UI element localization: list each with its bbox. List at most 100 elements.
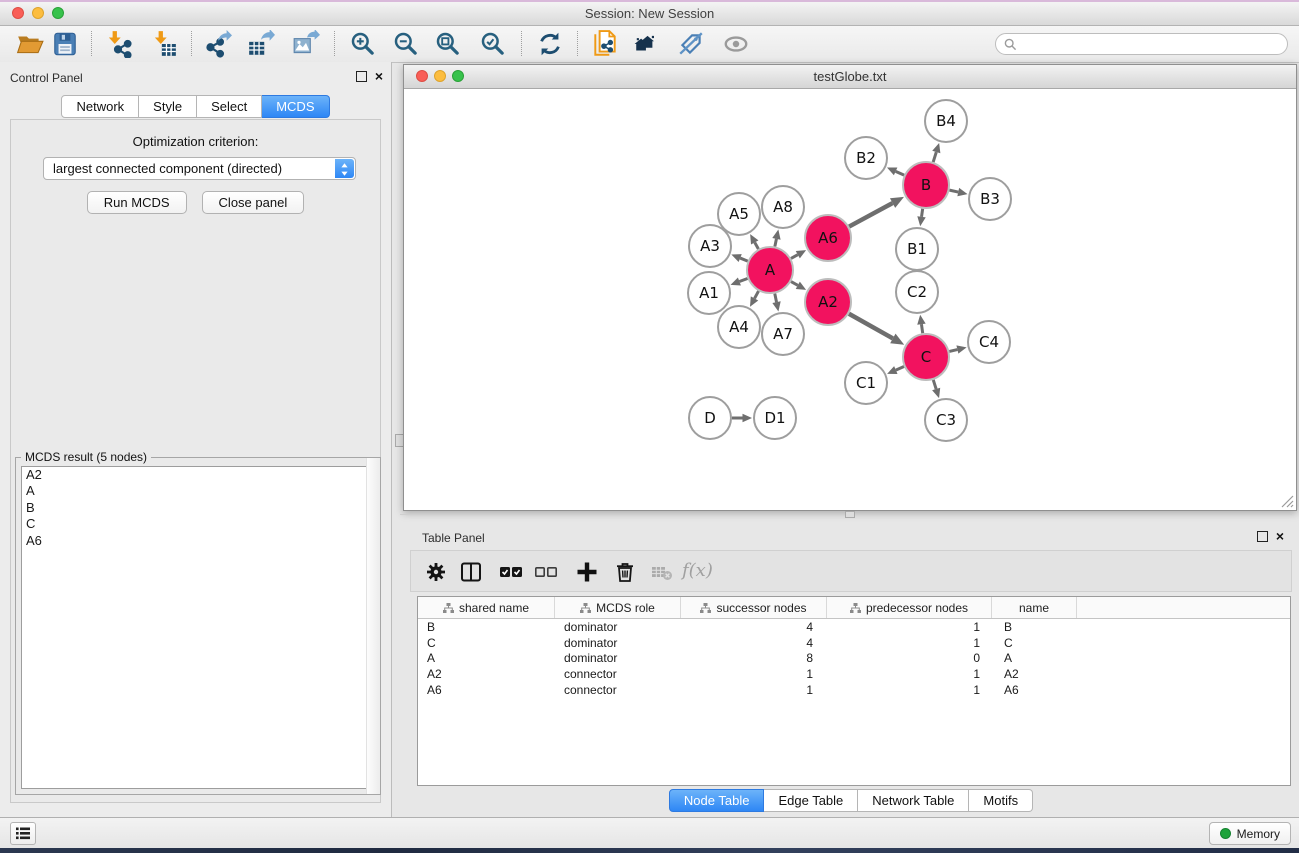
import-table-icon[interactable] (150, 30, 178, 58)
graph-edge-arrowhead (731, 278, 741, 286)
result-item[interactable]: B (22, 500, 374, 516)
graph-edge[interactable] (739, 278, 747, 281)
zoom-out-icon[interactable] (392, 30, 420, 58)
result-item[interactable]: A2 (22, 467, 374, 483)
eye-icon[interactable] (722, 30, 750, 58)
export-network-icon[interactable] (204, 30, 232, 58)
zoom-fit-icon[interactable] (434, 30, 462, 58)
table-row[interactable]: A2connector11A2 (418, 666, 1290, 682)
graph-edge[interactable] (896, 367, 904, 371)
tab-mcds[interactable]: MCDS (262, 95, 329, 118)
graph-edge-arrowhead (932, 388, 940, 398)
tab-network-table[interactable]: Network Table (858, 789, 969, 812)
save-session-icon[interactable] (51, 30, 79, 58)
column-header[interactable]: predecessor nodes (827, 597, 992, 618)
column-header[interactable]: successor nodes (681, 597, 827, 618)
graph-edge[interactable] (791, 282, 798, 286)
result-item[interactable]: A6 (22, 533, 374, 549)
graph-edge[interactable] (949, 190, 958, 192)
graph-edge[interactable] (896, 171, 904, 175)
tab-edge-table[interactable]: Edge Table (764, 789, 858, 812)
graph-edge[interactable] (922, 209, 923, 217)
delete-column-icon[interactable] (613, 560, 637, 584)
resize-grip-icon[interactable] (1281, 495, 1294, 508)
zoom-network-button[interactable] (452, 70, 464, 82)
table-toolbar: f(x) (410, 550, 1292, 592)
minimize-network-button[interactable] (434, 70, 446, 82)
table-row[interactable]: Bdominator41B (418, 619, 1290, 635)
close-table-panel-icon[interactable]: × (1276, 530, 1284, 542)
refresh-icon[interactable] (536, 30, 564, 58)
zoom-selected-icon[interactable] (479, 30, 507, 58)
graph-edge-arrowhead (956, 345, 966, 353)
toolbar-separator (577, 31, 578, 56)
zoom-in-icon[interactable] (349, 30, 377, 58)
graph-node-label: A (765, 261, 776, 279)
gear-icon[interactable] (424, 560, 448, 584)
graph-edge-arrowhead (917, 216, 925, 226)
column-header[interactable]: name (992, 597, 1077, 618)
graph-edge[interactable] (791, 255, 798, 259)
hide-labels-icon[interactable] (677, 30, 705, 58)
search-box[interactable] (995, 33, 1288, 55)
close-window-button[interactable] (12, 7, 24, 19)
graph-edge[interactable] (949, 350, 957, 352)
column-header[interactable]: shared name (418, 597, 555, 618)
tab-node-table[interactable]: Node Table (669, 789, 765, 812)
float-table-panel-icon[interactable] (1257, 531, 1268, 542)
tab-network[interactable]: Network (61, 95, 139, 118)
run-mcds-button[interactable]: Run MCDS (87, 191, 187, 214)
criterion-dropdown[interactable]: largest connected component (directed) (43, 157, 356, 180)
export-image-icon[interactable] (292, 30, 320, 58)
graph-edge[interactable] (849, 314, 893, 339)
minimize-window-button[interactable] (32, 7, 44, 19)
result-scrollbar[interactable] (366, 458, 380, 794)
toolbar-separator (91, 31, 92, 56)
close-network-button[interactable] (416, 70, 428, 82)
zoom-window-button[interactable] (52, 7, 64, 19)
checked-columns-icon[interactable] (499, 560, 523, 584)
result-item[interactable]: C (22, 516, 374, 532)
node-table-body: Bdominator41BCdominator41CAdominator80AA… (418, 619, 1290, 698)
search-input[interactable] (1022, 35, 1281, 55)
memory-button[interactable]: Memory (1209, 822, 1291, 845)
split-columns-icon[interactable] (459, 560, 483, 584)
tab-style[interactable]: Style (139, 95, 197, 118)
graph-edge[interactable] (775, 239, 777, 247)
table-row[interactable]: Cdominator41C (418, 635, 1290, 651)
tab-select[interactable]: Select (197, 95, 262, 118)
export-table-icon[interactable] (247, 30, 275, 58)
network-canvas[interactable]: B4B2BB3A8A5A6A3B1AA1C2A2A4A7C4CC1C3DD1 (404, 89, 1296, 510)
home-icon[interactable] (633, 30, 661, 58)
mcds-result-list[interactable]: A2ABCA6 (21, 466, 375, 789)
toolbar-separator (191, 31, 192, 56)
import-network-icon[interactable] (104, 30, 132, 58)
graph-edge[interactable] (921, 324, 922, 333)
task-history-button[interactable] (10, 822, 36, 845)
add-column-icon[interactable] (575, 560, 599, 584)
tab-motifs[interactable]: Motifs (969, 789, 1033, 812)
graph-node-label: C2 (907, 283, 927, 301)
network-graph[interactable]: B4B2BB3A8A5A6A3B1AA1C2A2A4A7C4CC1C3DD1 (404, 89, 1296, 510)
network-window-titlebar[interactable]: testGlobe.txt (404, 65, 1296, 89)
graph-edge[interactable] (755, 291, 759, 298)
table-row[interactable]: Adominator80A (418, 651, 1290, 667)
graph-edge[interactable] (775, 294, 777, 303)
graph-edge[interactable] (849, 203, 892, 227)
graph-edge[interactable] (740, 258, 748, 261)
desktop-edge (0, 848, 1299, 853)
open-session-icon[interactable] (16, 30, 44, 58)
graph-edge[interactable] (933, 380, 936, 389)
horizontal-splitter-grip[interactable] (845, 511, 855, 518)
result-item[interactable]: A (22, 483, 374, 499)
graph-node-label: D (704, 409, 716, 427)
network-snapshot-icon[interactable] (591, 30, 619, 58)
close-panel-icon[interactable]: × (375, 70, 383, 82)
column-header[interactable]: MCDS role (555, 597, 681, 618)
close-panel-button[interactable]: Close panel (202, 191, 305, 214)
float-panel-icon[interactable] (356, 71, 367, 82)
unchecked-columns-icon[interactable] (534, 560, 558, 584)
graph-edge[interactable] (755, 242, 759, 249)
table-row[interactable]: A6connector11A6 (418, 682, 1290, 698)
graph-edge[interactable] (933, 152, 936, 162)
